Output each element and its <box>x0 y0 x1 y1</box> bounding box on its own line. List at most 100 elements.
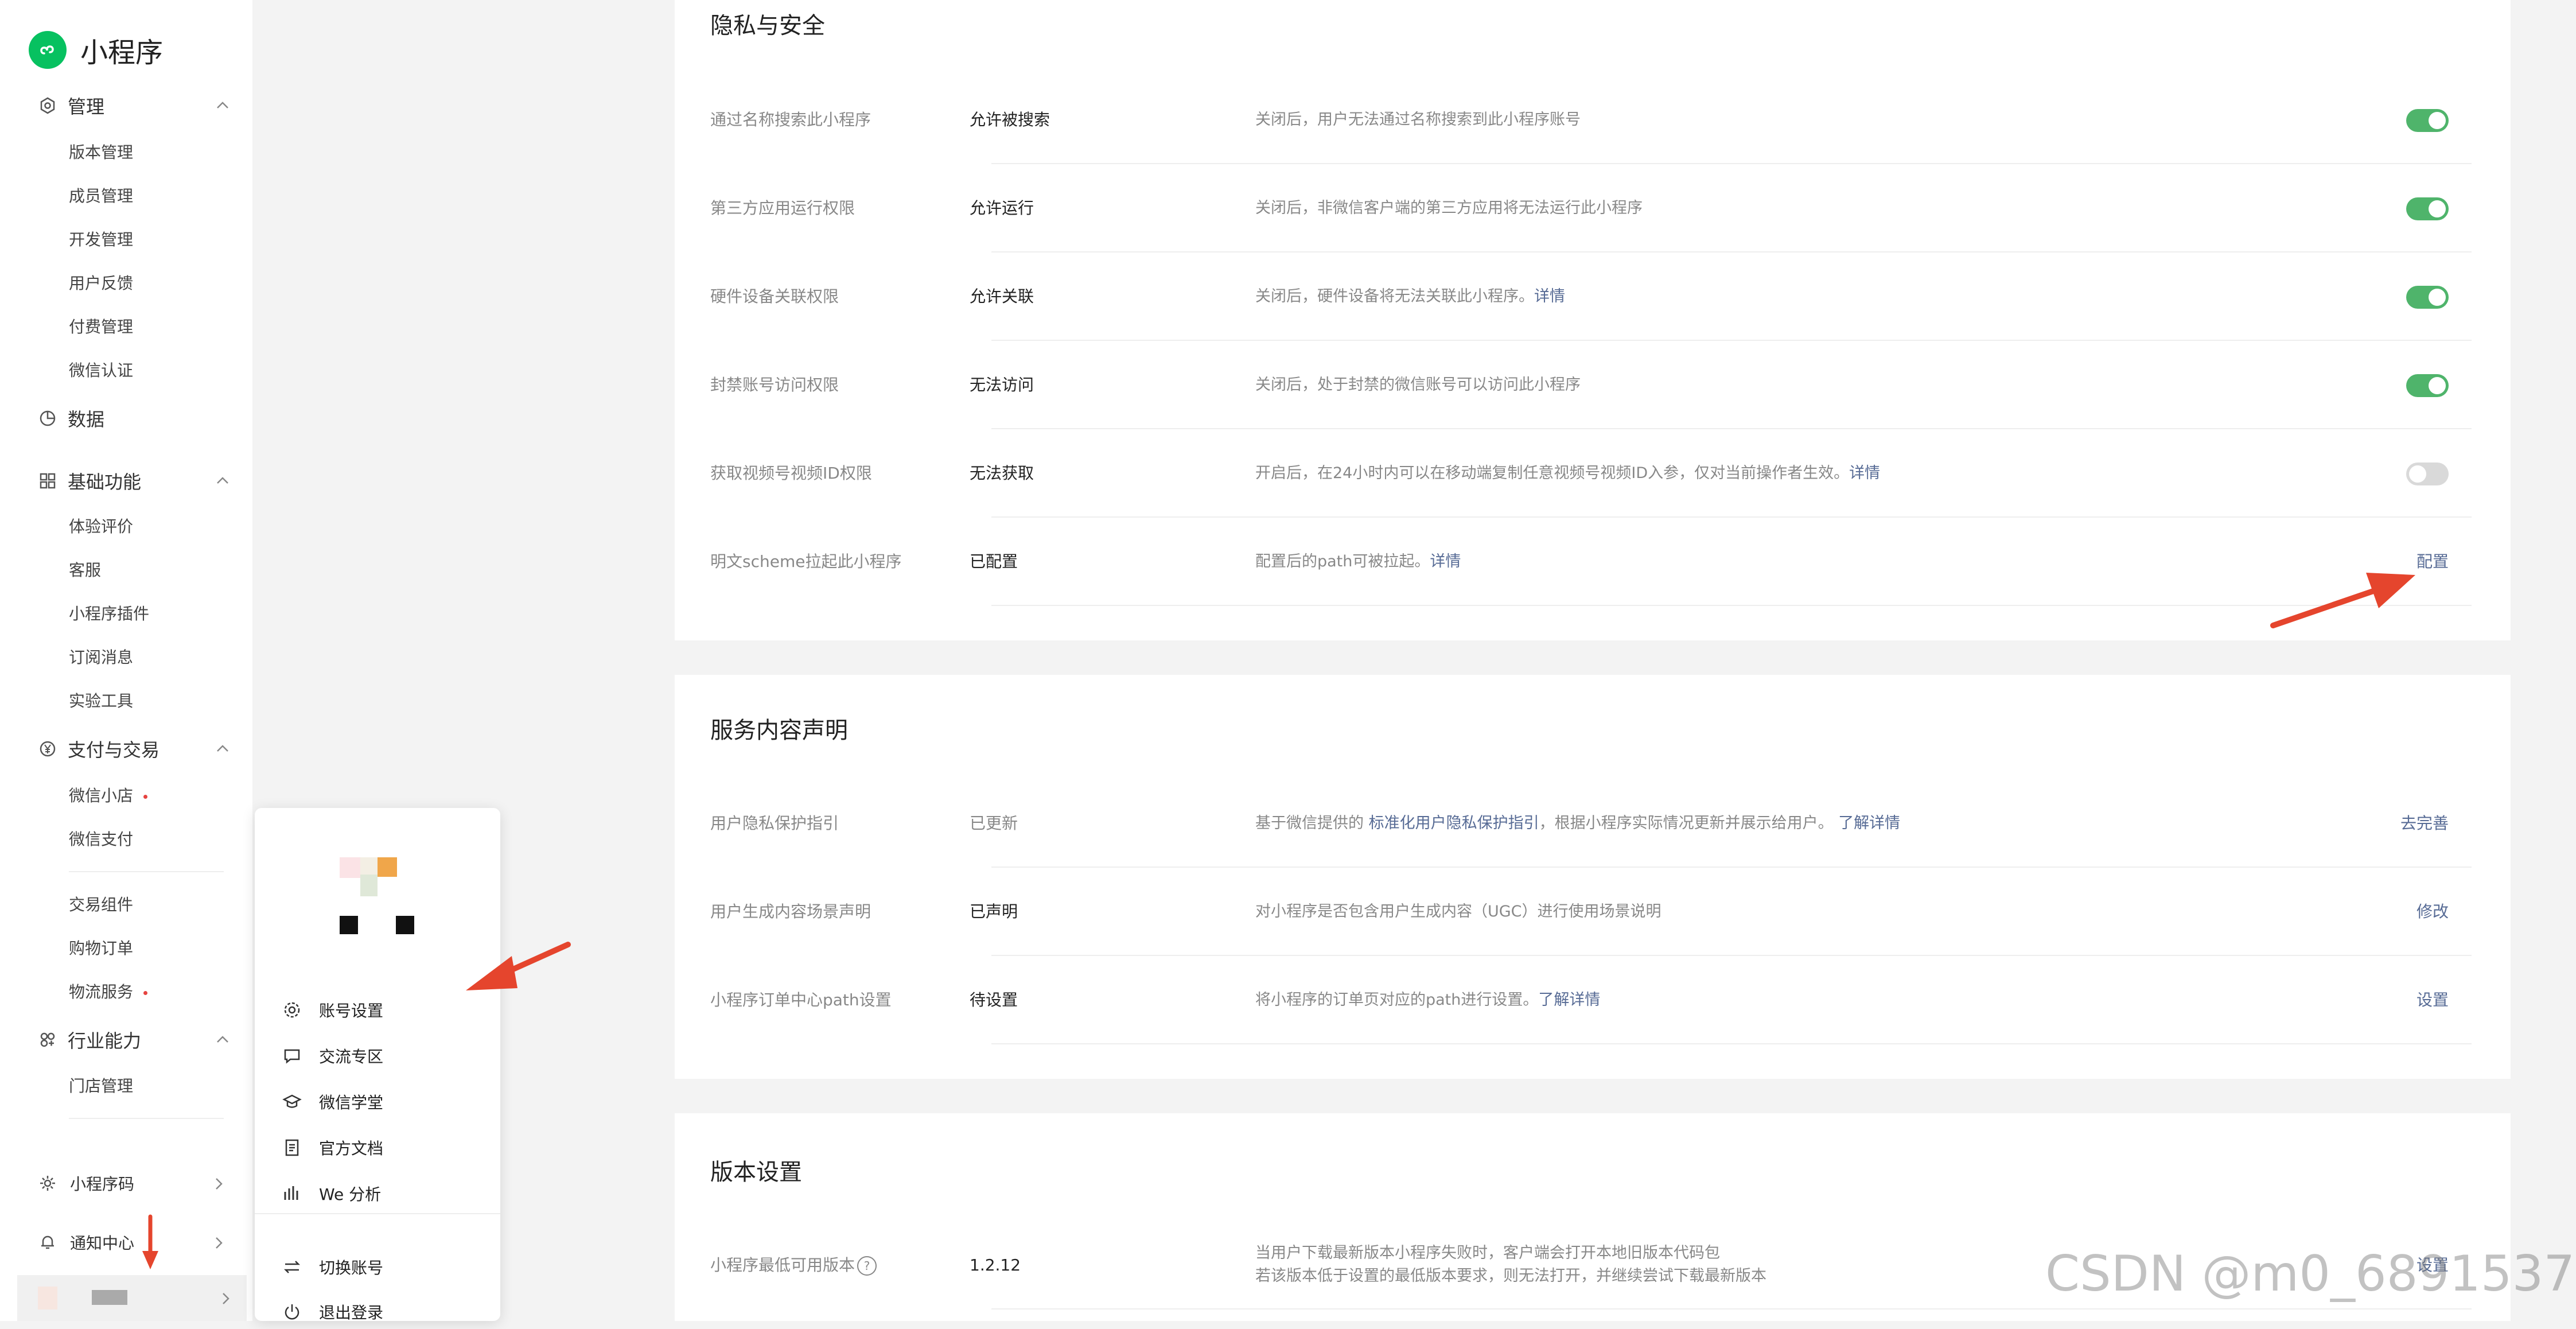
section-title: 版本设置 <box>710 1159 802 1186</box>
setting-status: 允许被搜索 <box>970 110 1050 129</box>
nav-section-pay[interactable]: 支付与交易 <box>38 732 233 766</box>
learn-more-link[interactable]: 了解详情 <box>1538 991 1600 1009</box>
document-icon <box>285 1139 299 1156</box>
menu-item-analytics[interactable]: We 分析 <box>282 1176 381 1211</box>
nav-section-basic[interactable]: 基础功能 <box>38 464 233 498</box>
divider <box>991 1308 2472 1309</box>
sidebar-item-shop[interactable]: 微信小店 <box>69 784 148 807</box>
divider <box>991 1043 2472 1044</box>
brand-title: 小程序 <box>80 37 164 69</box>
chevron-right-icon <box>216 1178 223 1190</box>
chevron-right-icon <box>216 1237 223 1249</box>
setting-label: 第三方应用运行权限 <box>710 199 855 217</box>
setting-row: 第三方应用运行权限 允许运行 关闭后，非微信客户端的第三方应用将无法运行此小程序 <box>710 164 2472 252</box>
nav-section-data[interactable]: 数据 <box>38 401 233 436</box>
detail-link[interactable]: 详情 <box>1849 464 1880 482</box>
chat-icon <box>284 1049 300 1064</box>
sidebar-item-members[interactable]: 成员管理 <box>69 185 133 208</box>
chevron-up-icon[interactable] <box>213 740 232 758</box>
divider <box>255 1213 500 1214</box>
nav-section-label: 支付与交易 <box>68 739 160 761</box>
toggle-switch[interactable] <box>2406 286 2449 309</box>
sidebar-item-version[interactable]: 版本管理 <box>69 141 133 164</box>
brand[interactable]: 小程序 <box>29 30 163 70</box>
sidebar-item-label: 微信小店 <box>69 786 134 805</box>
sidebar-item-orders[interactable]: 购物订单 <box>69 937 133 960</box>
setting-desc: 开启后，在24小时内可以在移动端复制任意视频号视频ID入参，仅对当前操作者生效。… <box>1255 429 1880 518</box>
setting-desc-text: 配置后的path可被拉起。 <box>1255 553 1430 570</box>
menu-item-label: 交流专区 <box>319 1047 384 1066</box>
setting-desc-text: ，根据小程序实际情况更新并展示给用户。 <box>1539 814 1834 832</box>
setting-row: 封禁账号访问权限 无法访问 关闭后，处于封禁的微信账号可以访问此小程序 <box>710 341 2472 429</box>
menu-item-academy[interactable]: 微信学堂 <box>282 1085 383 1119</box>
industry-icon <box>38 1030 57 1050</box>
menu-item-label: 账号设置 <box>319 1001 384 1020</box>
nav-section-manage[interactable]: 管理 <box>38 88 233 123</box>
menu-item-community[interactable]: 交流专区 <box>282 1039 383 1073</box>
configure-button[interactable]: 配置 <box>2417 518 2449 606</box>
divider <box>991 605 2472 606</box>
toggle-switch[interactable] <box>2406 109 2449 132</box>
sidebar-item-subscribe[interactable]: 订阅消息 <box>69 646 133 669</box>
sun-icon <box>38 1173 57 1193</box>
sidebar-item-service[interactable]: 客服 <box>69 559 101 582</box>
setting-row: 小程序订单中心path设置 待设置 将小程序的订单页对应的path进行设置。了解… <box>710 956 2472 1044</box>
miniprogram-logo-icon <box>29 31 67 69</box>
setting-desc: 对小程序是否包含用户生成内容（UGC）进行使用场景说明 <box>1255 903 1661 920</box>
account-switcher[interactable] <box>17 1275 247 1321</box>
nav-section-label: 管理 <box>68 96 105 118</box>
sidebar-item-dev[interactable]: 开发管理 <box>69 228 133 251</box>
sidebar-item-logistics[interactable]: 物流服务 <box>69 981 148 1004</box>
setting-row: 通过名称搜索此小程序 允许被搜索 关闭后，用户无法通过名称搜索到此小程序账号 <box>710 76 2472 164</box>
help-icon[interactable]: ? <box>857 1256 877 1276</box>
menu-item-account-settings[interactable]: 账号设置 <box>282 993 383 1027</box>
account-avatar <box>340 857 414 943</box>
sidebar: 小程序 管理 版本管理 成员管理 开发管理 用户反馈 付费管理 微信认证 数据 … <box>0 0 252 1321</box>
sidebar-item-wxpay[interactable]: 微信支付 <box>69 828 133 851</box>
setting-desc: 将小程序的订单页对应的path进行设置。了解详情 <box>1255 956 1600 1044</box>
setting-label: 封禁账号访问权限 <box>710 375 839 394</box>
sidebar-item-plugin[interactable]: 小程序插件 <box>69 603 149 625</box>
learn-more-link[interactable]: 了解详情 <box>1838 814 1900 832</box>
sidebar-item-label: 小程序码 <box>70 1175 135 1194</box>
sidebar-item-lab[interactable]: 实验工具 <box>69 690 133 713</box>
nav-section-industry[interactable]: 行业能力 <box>38 1023 233 1057</box>
chevron-up-icon[interactable] <box>213 1031 232 1049</box>
setting-label: 用户生成内容场景声明 <box>710 902 871 921</box>
menu-item-label: 官方文档 <box>319 1139 384 1158</box>
complete-button[interactable]: 去完善 <box>2400 779 2449 868</box>
graduation-cap-icon <box>282 1094 302 1108</box>
toggle-switch[interactable] <box>2406 463 2449 485</box>
setting-desc: 配置后的path可被拉起。详情 <box>1255 518 1461 606</box>
modify-button[interactable]: 修改 <box>2417 868 2449 956</box>
chevron-up-icon[interactable] <box>213 96 232 115</box>
sidebar-item-notify[interactable]: 通知中心 <box>38 1225 227 1260</box>
menu-item-logout[interactable]: 退出登录 <box>282 1295 383 1329</box>
set-button[interactable]: 设置 <box>2417 956 2449 1044</box>
divider <box>69 1118 224 1119</box>
bar-chart-icon <box>284 1186 298 1200</box>
toggle-switch[interactable] <box>2406 374 2449 397</box>
menu-item-switch-account[interactable]: 切换账号 <box>282 1250 383 1284</box>
detail-link[interactable]: 详情 <box>1430 553 1461 570</box>
setting-desc: 关闭后，处于封禁的微信账号可以访问此小程序 <box>1255 376 1581 394</box>
sidebar-item-trade[interactable]: 交易组件 <box>69 893 133 916</box>
sidebar-item-cert[interactable]: 微信认证 <box>69 359 133 382</box>
setting-desc-line: 当用户下载最新版本小程序失败时，客户端会打开本地旧版本代码包 <box>1255 1244 1720 1262</box>
menu-item-docs[interactable]: 官方文档 <box>282 1130 383 1165</box>
sidebar-item-qrcode[interactable]: 小程序码 <box>38 1166 227 1200</box>
setting-status: 已声明 <box>970 902 1018 921</box>
sidebar-item-feedback[interactable]: 用户反馈 <box>69 272 133 295</box>
chevron-up-icon[interactable] <box>213 472 232 490</box>
toggle-switch[interactable] <box>2406 197 2449 220</box>
setting-label: 用户隐私保护指引 <box>710 814 839 833</box>
detail-link[interactable]: 详情 <box>1534 287 1565 305</box>
gear-icon <box>284 1002 300 1018</box>
sidebar-item-payment[interactable]: 付费管理 <box>69 316 133 339</box>
account-name-blurred <box>92 1290 127 1305</box>
sidebar-item-stores[interactable]: 门店管理 <box>69 1075 133 1098</box>
privacy-guide-link[interactable]: 标准化用户隐私保护指引 <box>1369 814 1539 832</box>
setting-desc-text: 开启后，在24小时内可以在移动端复制任意视频号视频ID入参，仅对当前操作者生效。 <box>1255 464 1850 482</box>
setting-desc: 基于微信提供的 标准化用户隐私保护指引，根据小程序实际情况更新并展示给用户。 了… <box>1255 779 1900 868</box>
sidebar-item-rating[interactable]: 体验评价 <box>69 515 133 538</box>
